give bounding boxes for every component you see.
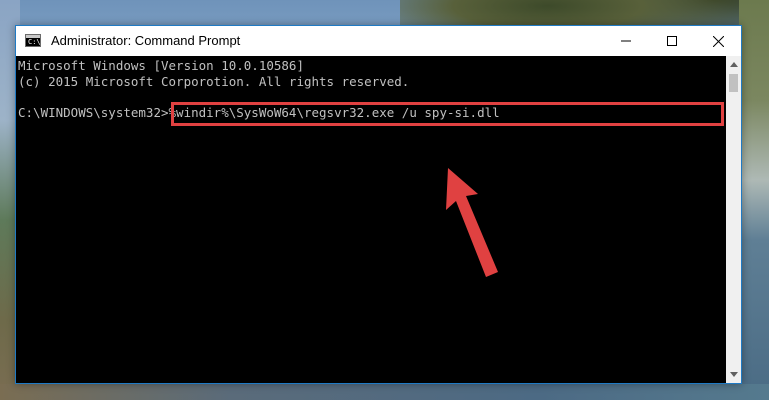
chevron-up-icon bbox=[729, 62, 738, 67]
cmd-icon[interactable]: C:\ bbox=[25, 34, 41, 47]
maximize-button[interactable] bbox=[649, 26, 695, 56]
command-highlight-box bbox=[171, 102, 724, 126]
close-icon bbox=[712, 35, 724, 47]
scroll-thumb[interactable] bbox=[729, 74, 738, 92]
chevron-down-icon bbox=[729, 372, 738, 377]
cmd-icon-glyph: C:\ bbox=[28, 38, 41, 46]
wallpaper-bottom-edge bbox=[0, 384, 769, 400]
command-prompt-window[interactable]: C:\ Administrator: Command Prompt Micros… bbox=[15, 25, 742, 384]
scroll-up-button[interactable] bbox=[726, 56, 741, 73]
vertical-scrollbar[interactable] bbox=[726, 56, 741, 383]
title-bar[interactable]: C:\ Administrator: Command Prompt bbox=[16, 26, 741, 56]
close-button[interactable] bbox=[695, 26, 741, 56]
console-prompt: C:\WINDOWS\system32> bbox=[18, 105, 169, 120]
console-output[interactable]: Microsoft Windows [Version 10.0.10586] (… bbox=[16, 56, 726, 383]
minimize-icon bbox=[621, 40, 631, 42]
window-title: Administrator: Command Prompt bbox=[51, 33, 241, 48]
console-line-version: Microsoft Windows [Version 10.0.10586] bbox=[18, 58, 304, 73]
scroll-down-button[interactable] bbox=[726, 366, 741, 383]
wallpaper-right-edge bbox=[739, 0, 769, 400]
console-line-copyright: (c) 2015 Microsoft Corporotion. All righ… bbox=[18, 74, 410, 89]
minimize-button[interactable] bbox=[603, 26, 649, 56]
maximize-icon bbox=[667, 36, 677, 46]
red-arrow-icon bbox=[446, 168, 498, 277]
